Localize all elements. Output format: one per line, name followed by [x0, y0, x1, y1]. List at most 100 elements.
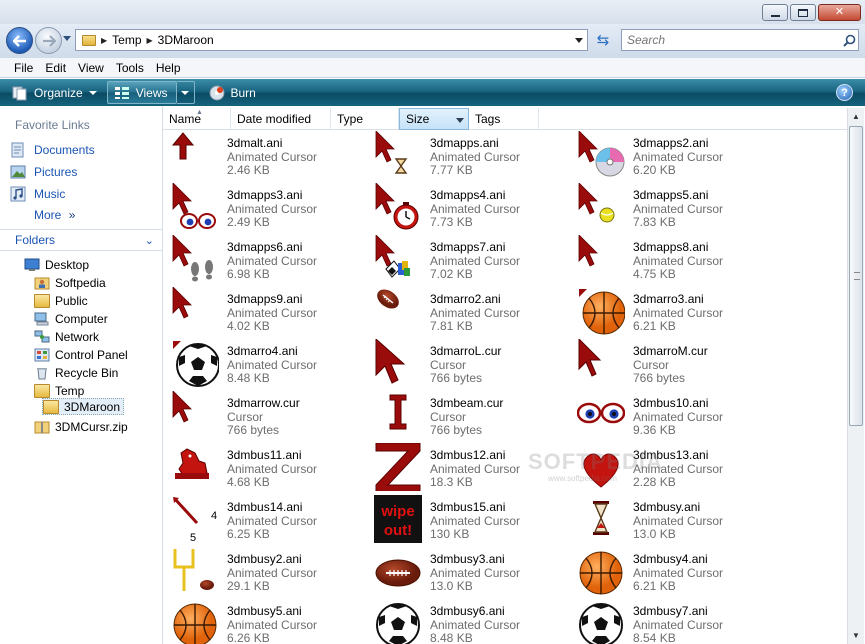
breadcrumb-3dmaroon[interactable]: 3DMaroon	[158, 33, 214, 47]
menu-tools[interactable]: Tools	[110, 61, 150, 75]
column-label: Tags	[475, 112, 501, 126]
tree-item-desktop[interactable]: Desktop	[24, 256, 89, 273]
close-button[interactable]: ✕	[818, 4, 861, 21]
file-item[interactable]: 3dmbusy3.ani Animated Cursor 13.0 KB	[370, 547, 570, 599]
tree-item-temp[interactable]: Temp	[34, 382, 84, 399]
file-item[interactable]: 3dmapps8.ani Animated Cursor 4.75 KB	[573, 235, 773, 287]
file-item[interactable]: 3dmarroM.cur Cursor 766 bytes	[573, 339, 773, 391]
favorite-link-pictures[interactable]: Pictures	[10, 164, 77, 180]
tree-item-public[interactable]: Public	[34, 292, 88, 309]
file-item[interactable]: 3dmbusy.ani Animated Cursor 13.0 KB	[573, 495, 773, 547]
organize-button[interactable]: Organize	[6, 81, 103, 104]
file-item[interactable]: 45 3dmbus14.ani Animated Cursor 6.25 KB	[167, 495, 367, 547]
file-item[interactable]: 3dmbusy6.ani Animated Cursor 8.48 KB	[370, 599, 570, 644]
file-item[interactable]: 3dmbus13.ani Animated Cursor 2.28 KB	[573, 443, 773, 495]
back-button[interactable]	[6, 27, 33, 54]
more-link[interactable]: More »	[34, 208, 75, 222]
breadcrumb-separator-icon[interactable]: ▶	[147, 36, 153, 45]
file-item[interactable]: 3dmarrow.cur Cursor 766 bytes	[167, 391, 367, 443]
tree-item-recycle-bin[interactable]: Recycle Bin	[34, 364, 118, 381]
menu-file[interactable]: File	[8, 61, 39, 75]
file-item[interactable]: 3dmbeam.cur Cursor 766 bytes	[370, 391, 570, 443]
file-size: 2.46 KB	[227, 163, 270, 177]
column-type[interactable]: Type	[331, 108, 399, 130]
file-item[interactable]: 3dmbus10.ani Animated Cursor 9.36 KB	[573, 391, 773, 443]
file-item[interactable]: 3dmarro3.ani Animated Cursor 6.21 KB	[573, 287, 773, 339]
file-item[interactable]: wipe out! 3dmbus15.ani Animated Cursor 13…	[370, 495, 570, 547]
file-item[interactable]: 3dmbusy4.ani Animated Cursor 6.21 KB	[573, 547, 773, 599]
file-item[interactable]: 3dmapps4.ani Animated Cursor 7.73 KB	[370, 183, 570, 235]
refresh-button[interactable]: ⇆	[592, 29, 614, 51]
views-button[interactable]: Views	[106, 81, 177, 104]
pointer-icon	[172, 287, 192, 319]
file-name: 3dmapps8.ani	[633, 240, 709, 254]
file-item[interactable]: 3dmapps3.ani Animated Cursor 2.49 KB	[167, 183, 367, 235]
scrollbar-thumb[interactable]	[849, 126, 863, 426]
file-type: Animated Cursor	[227, 254, 318, 268]
search-button[interactable]	[840, 34, 858, 47]
recent-pages-dropdown[interactable]	[63, 36, 71, 41]
file-item[interactable]: 3dmapps6.ani Animated Cursor 6.98 KB	[167, 235, 367, 287]
file-name: 3dmarrow.cur	[227, 396, 300, 410]
column-tags[interactable]: Tags	[469, 108, 539, 130]
tree-item-network[interactable]: Network	[34, 328, 99, 345]
file-item[interactable]: 3dmbus11.ani Animated Cursor 4.68 KB	[167, 443, 367, 495]
file-item[interactable]: 3dmapps2.ani Animated Cursor 6.20 KB	[573, 131, 773, 183]
pointer-hourglass-icon	[375, 131, 408, 174]
views-dropdown[interactable]	[176, 81, 195, 104]
file-item[interactable]: 3dmbus12.ani Animated Cursor 18.3 KB	[370, 443, 570, 495]
navigation-pane: Favorite Links Documents Pictures Music …	[0, 106, 163, 644]
menu-view[interactable]: View	[72, 61, 110, 75]
column-date-modified[interactable]: Date modified	[231, 108, 331, 130]
column-label: Type	[337, 112, 364, 126]
file-type: Cursor	[227, 410, 264, 424]
column-size[interactable]: Size	[399, 108, 469, 130]
column-filter-dropdown-icon[interactable]	[456, 118, 464, 123]
minimize-button[interactable]	[762, 4, 788, 21]
forward-button[interactable]	[35, 27, 62, 54]
organize-icon	[12, 85, 28, 101]
menu-help[interactable]: Help	[150, 61, 187, 75]
tree-item-3dmcursr-zip[interactable]: 3DMCursr.zip	[34, 418, 128, 435]
search-input[interactable]	[622, 31, 840, 49]
file-item[interactable]: 3dmapps.ani Animated Cursor 7.77 KB	[370, 131, 570, 183]
file-item[interactable]: 3dmapps9.ani Animated Cursor 4.02 KB	[167, 287, 367, 339]
file-size: 8.48 KB	[227, 371, 270, 385]
maximize-button[interactable]	[790, 4, 816, 21]
address-dropdown-icon[interactable]	[575, 38, 583, 43]
breadcrumb-temp[interactable]: Temp	[112, 33, 141, 47]
column-name[interactable]: ▲ Name	[163, 108, 231, 130]
search-box[interactable]	[621, 29, 859, 51]
scroll-down-arrow-icon[interactable]: ▼	[848, 627, 864, 644]
address-bar[interactable]: ▶ Temp ▶ 3DMaroon	[75, 29, 588, 51]
tree-label: Softpedia	[55, 275, 106, 290]
file-size: 29.1 KB	[227, 579, 270, 593]
tree-item-3dmaroon[interactable]: 3DMaroon	[42, 398, 125, 415]
file-type: Animated Cursor	[227, 358, 318, 372]
file-item[interactable]: 3dmbusy2.ani Animated Cursor 29.1 KB	[167, 547, 367, 599]
file-item[interactable]: 3dmbusy7.ani Animated Cursor 8.54 KB	[573, 599, 773, 644]
tree-item-computer[interactable]: Computer	[34, 310, 108, 327]
menu-edit[interactable]: Edit	[39, 61, 72, 75]
tree-item-control-panel[interactable]: Control Panel	[34, 346, 128, 363]
help-button[interactable]: ?	[836, 84, 853, 101]
file-item[interactable]: 3dmalt.ani Animated Cursor 2.46 KB	[167, 131, 367, 183]
file-type: Animated Cursor	[227, 202, 318, 216]
tree-item-softpedia[interactable]: Softpedia	[34, 274, 106, 291]
computer-icon	[34, 312, 49, 325]
file-type: Animated Cursor	[430, 254, 521, 268]
file-item[interactable]: 3dmbusy5.ani Animated Cursor 6.26 KB	[167, 599, 367, 644]
file-item[interactable]: 3dmarro4.ani Animated Cursor 8.48 KB	[167, 339, 367, 391]
favorite-link-documents[interactable]: Documents	[10, 142, 95, 158]
file-item[interactable]: 3dmapps7.ani Animated Cursor 7.02 KB	[370, 235, 570, 287]
file-item[interactable]: 3dmapps5.ani Animated Cursor 7.83 KB	[573, 183, 773, 235]
vertical-scrollbar[interactable]: ▲ ▼	[847, 108, 864, 644]
favorite-link-music[interactable]: Music	[10, 186, 65, 202]
folders-heading[interactable]: Folders ⌄	[0, 229, 162, 251]
breadcrumb-separator-icon[interactable]: ▶	[101, 36, 107, 45]
file-item[interactable]: 3dmarroL.cur Cursor 766 bytes	[370, 339, 570, 391]
file-name: 3dmbusy.ani	[633, 500, 701, 514]
file-item[interactable]: 3dmarro2.ani Animated Cursor 7.81 KB	[370, 287, 570, 339]
scroll-up-arrow-icon[interactable]: ▲	[848, 108, 864, 125]
burn-button[interactable]: Burn	[203, 81, 262, 104]
